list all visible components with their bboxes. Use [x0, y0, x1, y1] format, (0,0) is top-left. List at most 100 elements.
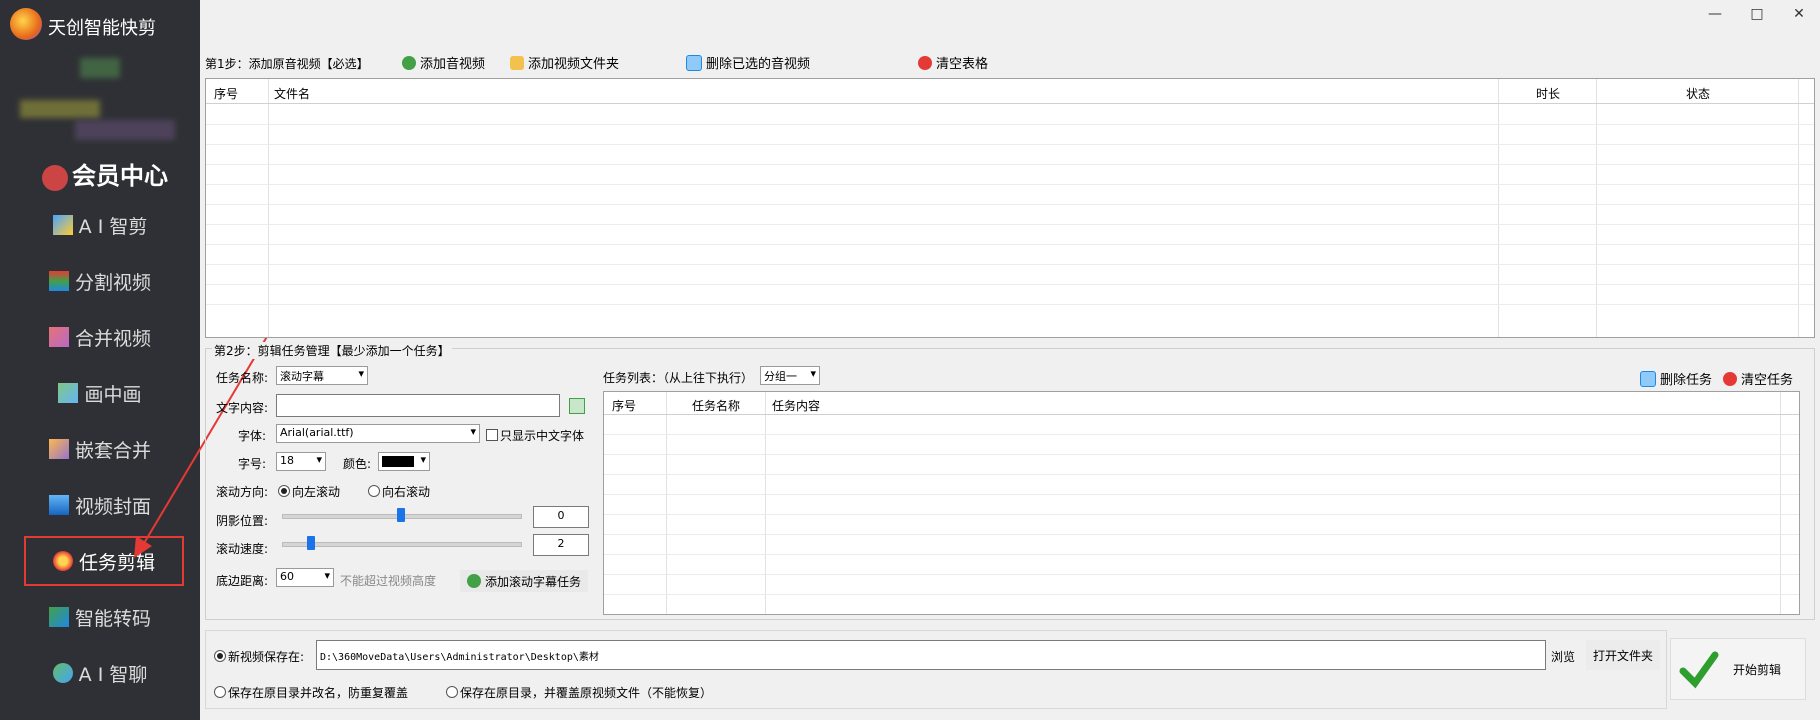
clear-icon	[1723, 371, 1737, 386]
speed-label: 滚动速度:	[216, 542, 269, 556]
speed-value-input[interactable]: 2	[533, 534, 589, 556]
step1-label: 第1步：添加原音视频【必选】	[205, 57, 369, 71]
transcode-icon	[48, 607, 69, 627]
start-clip-label: 开始剪辑	[1733, 662, 1782, 677]
folder-icon	[510, 55, 524, 70]
sidebar-item-ai-chat[interactable]: A I 智聊	[0, 648, 200, 698]
blurred-user-info	[80, 58, 120, 78]
group-select[interactable]: 分组一	[760, 366, 820, 385]
only-cn-font-checkbox[interactable]: 只显示中文字体	[486, 427, 584, 444]
save-path-input[interactable]: D:\360MoveData\Users\Administrator\Deskt…	[316, 640, 1546, 670]
add-task-label: 添加滚动字幕任务	[484, 574, 581, 589]
clear-table-button[interactable]: 清空表格	[918, 53, 988, 72]
delete-selected-button[interactable]: 删除已选的音视频	[686, 53, 810, 72]
app-logo-icon	[10, 8, 42, 40]
speed-slider-track[interactable]	[282, 542, 522, 547]
bottom-distance-label: 底边距离:	[216, 574, 269, 588]
nested-merge-icon	[48, 439, 69, 459]
clear-task-button[interactable]: 清空任务	[1723, 369, 1793, 388]
add-circle-icon	[466, 574, 481, 588]
task-table[interactable]: 序号 任务名称 任务内容	[603, 391, 1800, 615]
task-name-select[interactable]: 滚动字幕	[276, 366, 368, 385]
radio-icon	[368, 485, 380, 497]
task-col-header-content[interactable]: 任务内容	[772, 397, 820, 414]
checkbox-icon	[486, 429, 498, 441]
col-header-filename[interactable]: 文件名	[274, 85, 310, 102]
step2-label: 第2步：剪辑任务管理【最少添加一个任务】	[212, 342, 452, 359]
insert-text-icon[interactable]	[569, 398, 585, 414]
video-cover-icon	[48, 495, 69, 515]
size-label: 字号:	[238, 457, 267, 471]
new-save-label: 新视频保存在:	[228, 650, 305, 664]
speed-slider-thumb[interactable]	[306, 536, 315, 550]
direction-right-radio[interactable]: 向右滚动	[368, 483, 430, 500]
save-overwrite-radio[interactable]: 保存在原目录，并覆盖原视频文件（不能恢复）	[446, 684, 712, 701]
member-icon	[42, 164, 68, 191]
minimize-button[interactable]: —	[1705, 6, 1725, 22]
shadow-value-input[interactable]: 0	[533, 506, 589, 528]
shadow-slider-thumb[interactable]	[397, 508, 405, 522]
bottom-hint: 不能超过视频高度	[340, 574, 437, 588]
task-name-label: 任务名称:	[216, 371, 269, 385]
open-folder-button[interactable]: 打开文件夹	[1586, 640, 1660, 670]
save-overwrite-label: 保存在原目录，并覆盖原视频文件（不能恢复）	[460, 686, 713, 700]
save-rename-radio[interactable]: 保存在原目录并改名，防重复覆盖	[214, 684, 408, 701]
font-select[interactable]: Arial(arial.ttf)	[276, 424, 480, 443]
clear-table-label: 清空表格	[936, 57, 989, 72]
start-clip-button[interactable]: 开始剪辑	[1670, 638, 1806, 700]
direction-left-radio[interactable]: 向左滚动	[278, 483, 340, 500]
task-name-value: 滚动字幕	[280, 370, 324, 383]
close-button[interactable]: ✕	[1789, 6, 1809, 22]
ai-chat-icon	[52, 663, 73, 683]
sidebar-item-label: A I 智聊	[78, 663, 148, 686]
open-folder-label: 打开文件夹	[1592, 648, 1653, 663]
member-center-button[interactable]: 会员中心	[42, 156, 168, 191]
add-audio-video-label: 添加音视频	[420, 57, 486, 72]
add-task-button[interactable]: 添加滚动字幕任务	[460, 570, 588, 592]
add-folder-button[interactable]: 添加视频文件夹	[510, 53, 619, 72]
task-col-header-name[interactable]: 任务名称	[692, 397, 740, 414]
size-select[interactable]: 18	[276, 452, 326, 471]
app-title: 天创智能快剪	[48, 18, 156, 39]
font-label: 字体:	[238, 429, 267, 443]
col-header-duration[interactable]: 时长	[1536, 85, 1560, 102]
maximize-button[interactable]: □	[1747, 6, 1767, 22]
add-folder-label: 添加视频文件夹	[528, 57, 620, 72]
blurred-user-info	[20, 100, 100, 118]
radio-checked-icon	[278, 485, 290, 497]
bottom-distance-select[interactable]: 60	[276, 568, 334, 587]
file-table[interactable]: 序号 文件名 时长 状态	[205, 78, 1815, 338]
color-swatch	[382, 455, 414, 467]
radio-icon	[214, 686, 226, 698]
sidebar-item-label: 智能转码	[74, 607, 151, 630]
new-save-radio[interactable]: 新视频保存在:	[214, 648, 304, 665]
text-content-label: 文字内容:	[216, 401, 269, 415]
add-audio-video-button[interactable]: 添加音视频	[402, 53, 485, 72]
checkmark-icon	[1679, 651, 1719, 689]
col-header-status[interactable]: 状态	[1686, 85, 1710, 102]
add-circle-icon	[402, 55, 416, 70]
clear-icon	[918, 55, 932, 70]
task-col-header-index[interactable]: 序号	[612, 397, 636, 414]
blurred-user-info	[75, 120, 175, 140]
clear-task-label: 清空任务	[1741, 373, 1794, 388]
col-header-index[interactable]: 序号	[214, 85, 238, 102]
text-content-input[interactable]	[276, 394, 560, 417]
task-clip-icon	[52, 551, 73, 571]
color-label: 颜色:	[343, 457, 372, 471]
browse-button[interactable]: 浏览	[1551, 648, 1575, 665]
direction-left-label: 向左滚动	[292, 485, 341, 499]
direction-label: 滚动方向:	[216, 485, 269, 499]
delete-file-icon	[1640, 370, 1656, 387]
merge-video-icon	[48, 327, 69, 347]
delete-task-button[interactable]: 删除任务	[1640, 369, 1712, 388]
direction-right-label: 向右滚动	[382, 485, 431, 499]
pip-icon	[58, 383, 79, 403]
ai-clip-icon	[52, 215, 73, 235]
task-list-label: 任务列表：（从上往下执行）	[603, 371, 754, 385]
split-video-icon	[48, 271, 69, 291]
sidebar-item-transcode[interactable]: 智能转码	[0, 592, 200, 642]
size-value: 18	[280, 454, 294, 467]
color-picker[interactable]	[378, 452, 430, 471]
delete-task-label: 删除任务	[1660, 373, 1713, 388]
